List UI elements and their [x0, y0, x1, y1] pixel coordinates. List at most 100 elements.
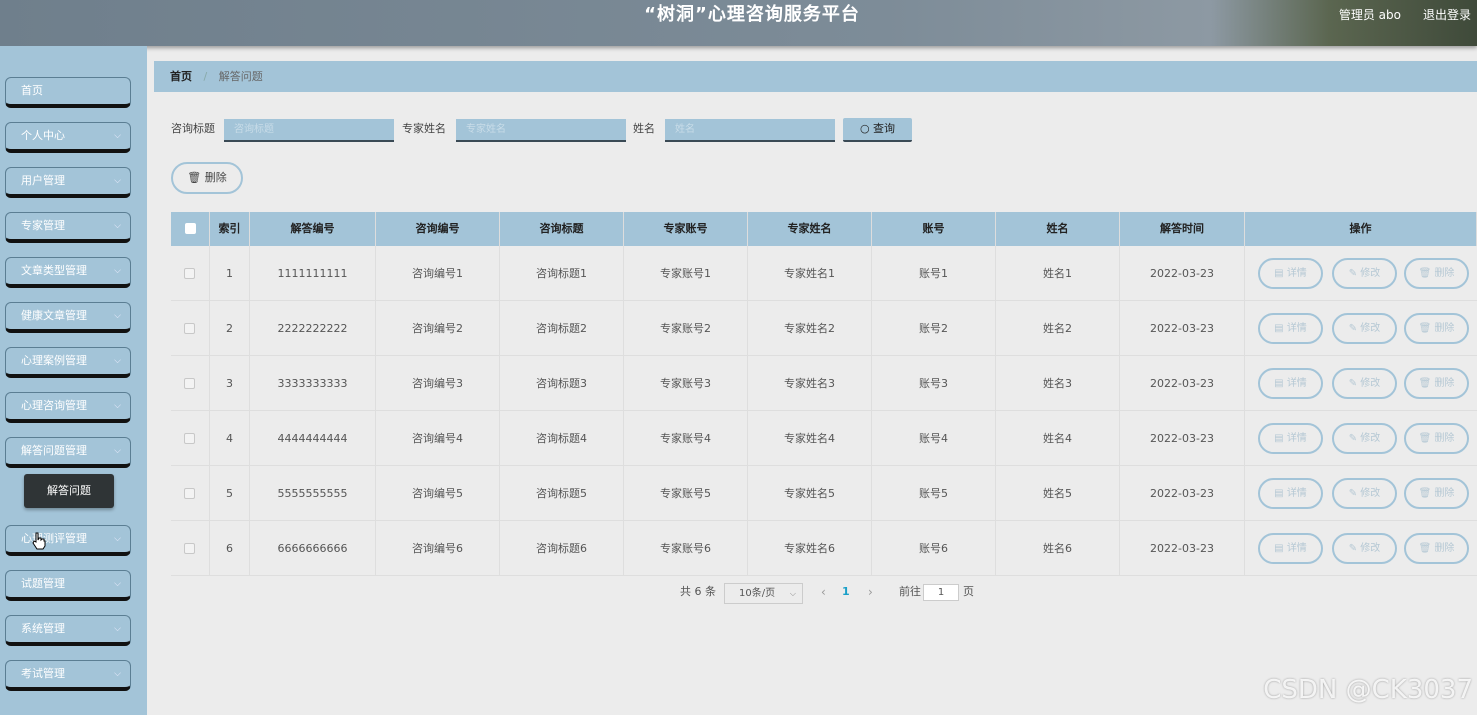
sidebar-item-5[interactable]: 健康文章管理 ⌵ — [5, 302, 131, 333]
trash-icon: 🗑 — [1418, 543, 1435, 554]
select-all-cell[interactable] — [171, 212, 210, 246]
row-checkbox[interactable] — [184, 488, 195, 499]
top-header: “树洞”心理咨询服务平台 管理员 abo 退出登录 — [0, 0, 1477, 46]
sidebar-item-4[interactable]: 文章类型管理 ⌵ — [5, 257, 131, 288]
sidebar-item-0[interactable]: 首页 — [5, 77, 131, 108]
edit-button[interactable]: ✎ 修改 — [1332, 533, 1397, 564]
table-cell: 5 — [210, 466, 250, 521]
row-select-cell[interactable] — [171, 301, 210, 356]
table-cell: 3333333333 — [250, 356, 376, 411]
detail-button[interactable]: ▤ 详情 — [1258, 368, 1323, 399]
detail-button[interactable]: ▤ 详情 — [1258, 533, 1323, 564]
sidebar-item-1[interactable]: 个人中心 ⌵ — [5, 122, 131, 153]
detail-button[interactable]: ▤ 详情 — [1258, 423, 1323, 454]
page-number-current[interactable]: 1 — [842, 582, 850, 602]
chevron-down-icon: ⌵ — [114, 221, 121, 231]
delete-button[interactable]: 🗑 删除 — [1404, 368, 1469, 399]
table-cell: 4444444444 — [250, 411, 376, 466]
edit-button-label: 修改 — [1360, 543, 1381, 554]
page-size-select[interactable]: 10条/页 ⌵ — [724, 583, 803, 604]
search-input-expert-name[interactable] — [456, 119, 626, 142]
edit-button[interactable]: ✎ 修改 — [1332, 313, 1397, 344]
edit-button-label: 修改 — [1360, 378, 1381, 389]
sidebar-item-8[interactable]: 解答问题管理 ⌵ — [5, 437, 131, 468]
edit-button[interactable]: ✎ 修改 — [1332, 423, 1397, 454]
column-header-10: 操作 — [1245, 212, 1477, 246]
row-checkbox[interactable] — [184, 268, 195, 279]
detail-button[interactable]: ▤ 详情 — [1258, 258, 1323, 289]
delete-button[interactable]: 🗑 删除 — [1404, 313, 1469, 344]
delete-button[interactable]: 🗑 删除 — [1404, 423, 1469, 454]
sidebar-item-label: 健康文章管理 — [21, 309, 87, 322]
document-icon: ▤ — [1274, 268, 1287, 279]
row-select-cell[interactable] — [171, 466, 210, 521]
row-select-cell[interactable] — [171, 411, 210, 466]
logout-link[interactable]: 退出登录 — [1423, 6, 1471, 23]
next-page-button[interactable]: › — [868, 582, 873, 602]
search-input-name[interactable] — [665, 119, 835, 142]
table-cell: 账号1 — [872, 246, 996, 301]
table-cell: 姓名5 — [996, 466, 1120, 521]
detail-button[interactable]: ▤ 详情 — [1258, 313, 1323, 344]
delete-button[interactable]: 🗑 删除 — [1404, 478, 1469, 509]
document-icon: ▤ — [1274, 323, 1287, 334]
column-header-9: 解答时间 — [1120, 212, 1245, 246]
breadcrumb-home[interactable]: 首页 — [170, 70, 192, 83]
search-input-title[interactable] — [224, 119, 394, 142]
app-title: “树洞”心理咨询服务平台 — [644, 4, 860, 25]
batch-delete-label: 删除 — [204, 171, 227, 184]
sidebar-item-7[interactable]: 心理咨询管理 ⌵ — [5, 392, 131, 423]
trash-icon: 🗑 — [1418, 323, 1435, 334]
delete-button[interactable]: 🗑 删除 — [1404, 258, 1469, 289]
detail-button-label: 详情 — [1286, 488, 1307, 499]
table-cell: 2 — [210, 301, 250, 356]
table-cell: 专家姓名5 — [748, 466, 872, 521]
table-cell: 姓名1 — [996, 246, 1120, 301]
sidebar-item-12[interactable]: 考试管理 ⌵ — [5, 660, 131, 691]
edit-button[interactable]: ✎ 修改 — [1332, 478, 1397, 509]
select-all-checkbox[interactable] — [185, 223, 196, 234]
table-cell: 2222222222 — [250, 301, 376, 356]
table-cell: 专家姓名4 — [748, 411, 872, 466]
row-select-cell[interactable] — [171, 246, 210, 301]
table-cell: 2022-03-23 — [1120, 246, 1245, 301]
table-row: 6 6666666666 咨询编号6 咨询标题6 专家账号6 专家姓名6 账号6 姓名6 202… — [171, 521, 1477, 576]
row-checkbox[interactable] — [184, 433, 195, 444]
sidebar-item-6[interactable]: 心理案例管理 ⌵ — [5, 347, 131, 378]
row-checkbox[interactable] — [184, 543, 195, 554]
row-checkbox[interactable] — [184, 323, 195, 334]
pencil-icon: ✎ — [1348, 268, 1361, 279]
batch-delete-button[interactable]: 🗑 删除 — [171, 162, 243, 194]
sidebar-item-3[interactable]: 专家管理 ⌵ — [5, 212, 131, 243]
query-button[interactable]: ○ 查询 — [843, 118, 912, 142]
sidebar-item-11[interactable]: 系统管理 ⌵ — [5, 615, 131, 646]
chevron-down-icon: ⌵ — [114, 624, 121, 634]
detail-button[interactable]: ▤ 详情 — [1258, 478, 1323, 509]
search-icon: ○ — [859, 122, 870, 135]
table-cell: 咨询编号2 — [376, 301, 500, 356]
goto-page-input[interactable] — [923, 584, 959, 601]
row-checkbox[interactable] — [184, 378, 195, 389]
row-select-cell[interactable] — [171, 356, 210, 411]
row-select-cell[interactable] — [171, 521, 210, 576]
pencil-icon: ✎ — [1348, 378, 1361, 389]
sidebar-item-9[interactable]: 心理测评管理 ⌵ — [5, 525, 131, 556]
breadcrumb: 首页 / 解答问题 — [154, 61, 1477, 92]
trash-icon: 🗑 — [1418, 378, 1435, 389]
breadcrumb-separator: / — [203, 70, 208, 83]
sidebar-item-10[interactable]: 试题管理 ⌵ — [5, 570, 131, 601]
sidebar-item-2[interactable]: 用户管理 ⌵ — [5, 167, 131, 198]
chevron-down-icon: ⌵ — [114, 401, 121, 411]
delete-button[interactable]: 🗑 删除 — [1404, 533, 1469, 564]
sidebar-item-label: 心理案例管理 — [21, 354, 87, 367]
submenu-item-answer-questions[interactable]: 解答问题 — [24, 474, 114, 508]
edit-button-label: 修改 — [1360, 323, 1381, 334]
chevron-down-icon: ⌵ — [114, 311, 121, 321]
edit-button[interactable]: ✎ 修改 — [1332, 258, 1397, 289]
prev-page-button[interactable]: ‹ — [821, 582, 826, 602]
column-header-3: 咨询编号 — [376, 212, 500, 246]
edit-button[interactable]: ✎ 修改 — [1332, 368, 1397, 399]
column-header-7: 账号 — [872, 212, 996, 246]
pencil-icon: ✎ — [1348, 488, 1361, 499]
chevron-down-icon: ⌵ — [114, 131, 121, 141]
